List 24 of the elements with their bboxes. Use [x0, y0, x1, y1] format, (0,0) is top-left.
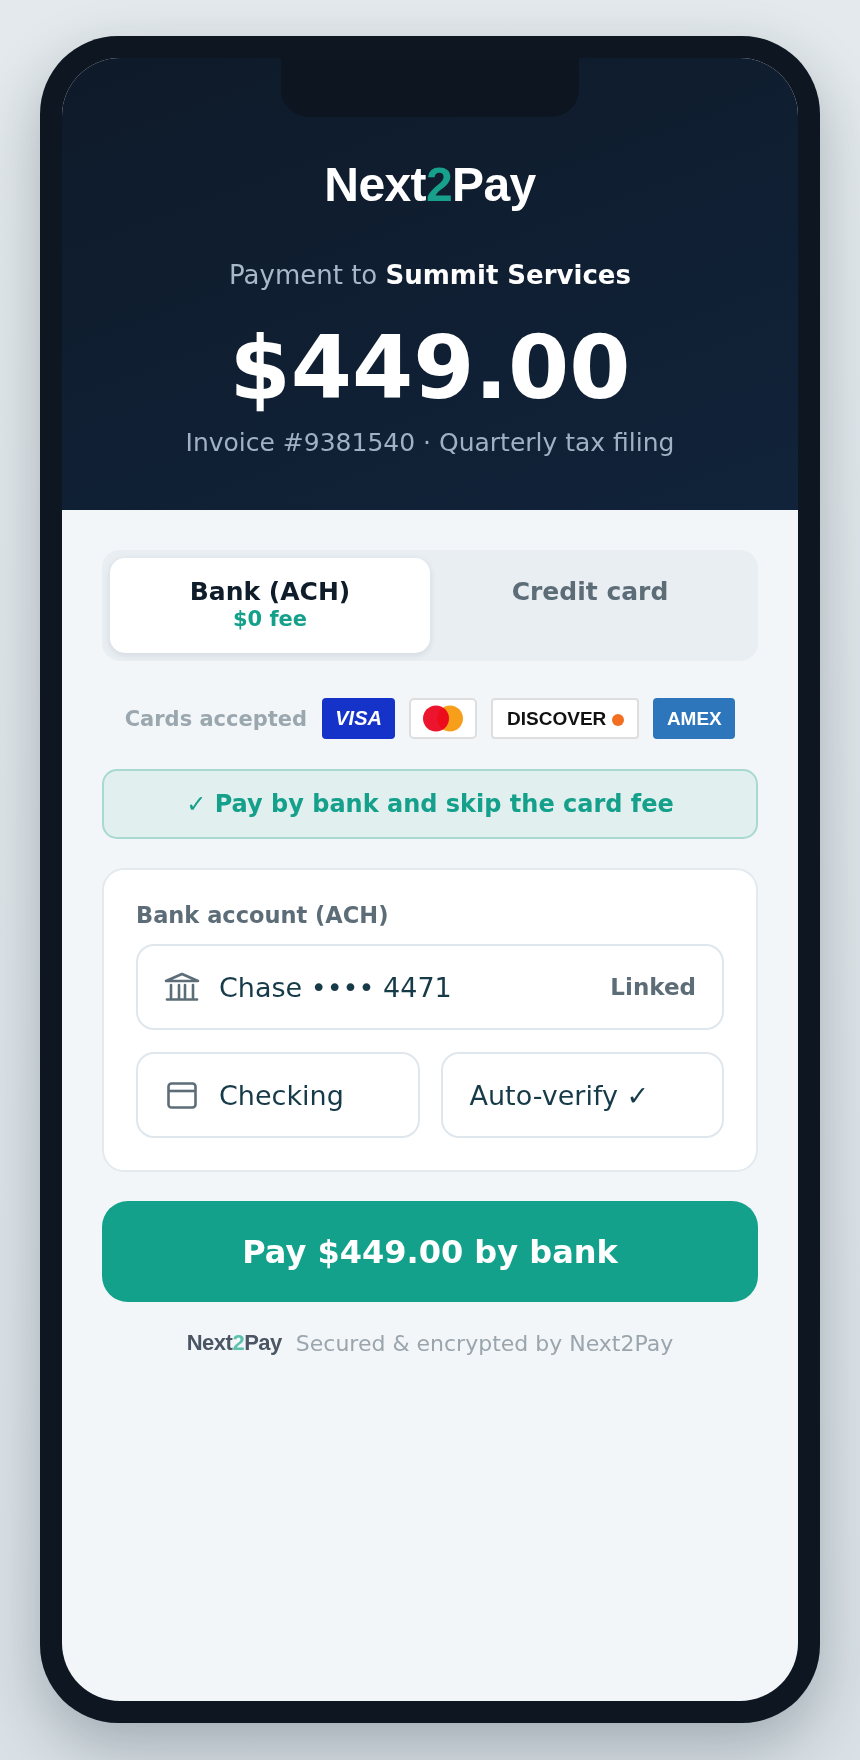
card-icon — [167, 1081, 197, 1109]
account-type-field[interactable]: Checking — [136, 1052, 420, 1138]
card-brand-badge: VISA — [322, 698, 396, 739]
brand-logo: Next2Pay — [324, 161, 536, 209]
account-type-value: Checking — [219, 1079, 344, 1111]
bank-account-label: Bank account (ACH) — [136, 902, 390, 929]
overlapping-circles-icon — [409, 698, 478, 739]
payment-tab[interactable]: Bank (ACH) $0 fee — [110, 558, 430, 653]
amount-text: $449.00 — [228, 319, 632, 417]
bank-account-field[interactable]: Chase •••• 4471 Linked — [136, 944, 724, 1030]
card-brand-badge: AMEX — [653, 698, 736, 739]
security-text: Secured & encrypted by Next2Pay — [295, 1330, 674, 1356]
bank-icon — [164, 972, 200, 1002]
dot-icon — [612, 714, 625, 726]
cards-accepted-label: Cards accepted — [124, 706, 308, 731]
invoice-text: Invoice #9381540 · Quarterly tax filing — [184, 427, 676, 459]
payee-text: Payment to Summit Services — [228, 259, 632, 292]
notice-banner: ✓ Pay by bank and skip the card fee — [102, 769, 758, 839]
verification-field[interactable]: Auto-verify ✓ — [440, 1052, 724, 1138]
card-brand-text: DISCOVER — [507, 707, 607, 730]
payment-tab[interactable]: Credit card — [430, 558, 750, 653]
footer-logo: Next2Pay — [186, 1330, 282, 1356]
linked-status: Linked — [610, 974, 696, 1000]
account-value: Chase •••• 4471 — [219, 971, 452, 1003]
